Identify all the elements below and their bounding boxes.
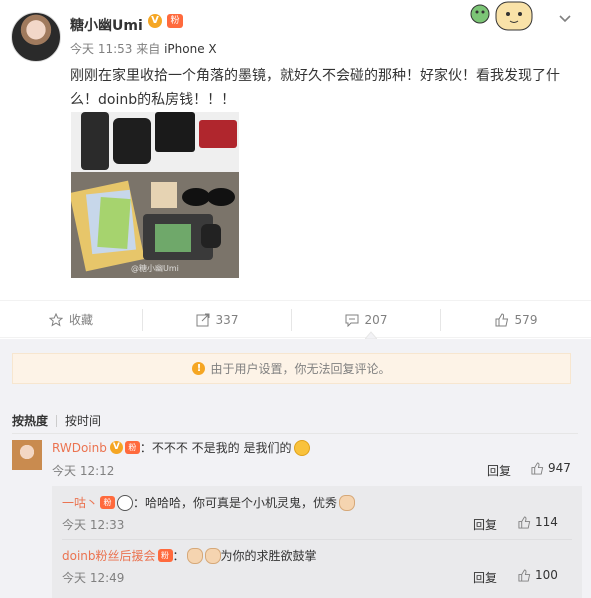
comment-username[interactable]: RWDoinb <box>52 441 107 455</box>
reply-time: 今天 12:49 <box>62 571 125 585</box>
post-source-prefix: 来自 <box>136 42 161 56</box>
favorite-label: 收藏 <box>68 313 93 327</box>
thumbs-up-icon <box>531 461 544 475</box>
action-bar: 收藏 337 207 579 <box>0 300 591 338</box>
comment-time: 今天 12:12 <box>52 464 115 478</box>
like-button[interactable]: 579 <box>441 301 591 338</box>
thumbs-up-icon <box>518 568 531 582</box>
post-time[interactable]: 今天 11:53 <box>70 42 132 56</box>
reply-disabled-notice: ! 由于用户设置，你无法回复评论。 <box>12 353 571 384</box>
reply-like-count: 114 <box>535 515 558 529</box>
reply-time: 今天 12:33 <box>62 518 125 532</box>
thumbs-up-icon <box>495 312 508 326</box>
avatar[interactable] <box>11 12 61 62</box>
repost-button[interactable]: 337 <box>143 301 291 338</box>
share-icon <box>196 313 210 326</box>
notice-text: 由于用户设置，你无法回复评论。 <box>210 362 391 376</box>
post-username[interactable]: 糖小幽Umi <box>70 15 143 35</box>
weibo-post: 糖小幽Umi V 粉 今天 11:53 来自 iPhone X 刚刚在家里收拾一… <box>0 0 591 300</box>
grin-emoji-icon <box>293 439 310 456</box>
reply-colon: ： <box>172 549 185 563</box>
fan-level-badge-icon: 粉 <box>157 549 173 562</box>
comment-avatar[interactable] <box>12 440 42 470</box>
cartoon-deco-icon <box>470 1 533 31</box>
comment-count: 207 <box>364 312 388 327</box>
comments-section: ! 由于用户设置，你无法回复评论。 按热度 按时间 RWDoinb V 粉 ：不… <box>0 339 591 598</box>
like-count: 579 <box>514 312 538 327</box>
star-icon <box>48 312 63 326</box>
comment-like-button[interactable]: 947 <box>531 461 571 475</box>
post-meta: 今天 11:53 来自 iPhone X <box>70 40 217 57</box>
post-photo-drawing <box>71 112 239 278</box>
comment-text: ：不不不 不是我的 是我们的 <box>139 441 292 455</box>
reply-like-count: 100 <box>535 568 558 582</box>
reply-body: 一咕丶 粉 ：哈哈哈，你可真是个小机灵鬼，优秀 <box>62 494 356 511</box>
fan-level-badge-icon: 粉 <box>167 14 183 28</box>
post-text: 刚刚在家里收拾一个角落的墨镜，就好久不会碰的那种！好家伙！看我发现了什么！doi… <box>70 68 560 108</box>
reply-button[interactable]: 回复 <box>487 462 511 479</box>
clap-emoji-icon <box>186 547 203 564</box>
photo-watermark: @糖小幽Umi <box>131 264 179 273</box>
panda-emoji-icon <box>117 494 134 511</box>
verified-badge-icon: V <box>109 441 123 454</box>
fan-level-badge-icon: 粉 <box>100 496 116 509</box>
chevron-down-icon[interactable] <box>556 10 574 28</box>
comment-icon <box>345 314 359 327</box>
comment-caret-icon <box>365 331 377 339</box>
reply-button[interactable]: 回复 <box>473 516 497 533</box>
comment-sort-tabs: 按热度 按时间 <box>12 412 101 429</box>
fan-level-badge-icon: 粉 <box>124 441 140 454</box>
reply-text: 为你的求胜欲鼓掌 <box>220 549 317 563</box>
repost-count: 337 <box>215 312 239 327</box>
clap-emoji-icon <box>339 494 356 511</box>
divider <box>56 414 58 427</box>
reply-text: ：哈哈哈，你可真是个小机灵鬼，优秀 <box>133 496 338 510</box>
clap-emoji-icon <box>204 547 221 564</box>
divider <box>62 539 572 540</box>
comment-body: RWDoinb V 粉 ：不不不 不是我的 是我们的 <box>52 439 310 456</box>
post-photo[interactable]: @糖小幽Umi <box>71 112 239 278</box>
reply-button[interactable]: 回复 <box>473 569 497 586</box>
reply-username[interactable]: doinb粉丝后援会 <box>62 547 156 564</box>
reply-like-button[interactable]: 114 <box>518 515 558 529</box>
warning-icon: ! <box>192 362 206 375</box>
divider <box>12 433 578 434</box>
reply-like-button[interactable]: 100 <box>518 568 558 582</box>
verified-badge-icon: V <box>148 14 162 28</box>
tab-sort-hot[interactable]: 按热度 <box>12 412 48 429</box>
reply-username[interactable]: 一咕丶 <box>62 494 98 511</box>
favorite-button[interactable]: 收藏 <box>0 301 142 338</box>
tab-sort-time[interactable]: 按时间 <box>65 412 101 429</box>
thumbs-up-icon <box>518 515 531 529</box>
comment-like-count: 947 <box>548 461 571 475</box>
reply-body: doinb粉丝后援会 粉 ： 为你的求胜欲鼓掌 <box>62 547 317 564</box>
post-device[interactable]: iPhone X <box>164 42 217 56</box>
